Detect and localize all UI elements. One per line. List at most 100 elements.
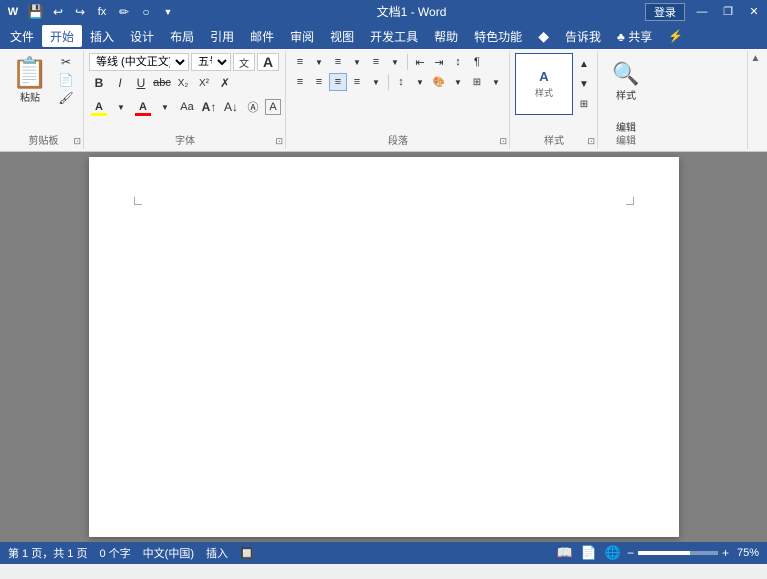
wen-icon[interactable]: 文 — [233, 53, 255, 71]
ordered-list-arrow[interactable]: ▼ — [348, 53, 366, 71]
para-row1: ≡ ▼ ≡ ▼ ≡ ▼ ⇤ ⇥ ↕ ¶ — [291, 53, 486, 71]
cut-button[interactable]: ✂ — [53, 53, 79, 70]
ribbon-collapse-button[interactable]: ▲ — [747, 51, 763, 149]
align-right-button[interactable]: ≡ — [329, 73, 347, 91]
menu-insert[interactable]: 插入 — [82, 25, 122, 47]
clear-format-button[interactable]: ✗ — [215, 73, 235, 93]
document-area[interactable] — [0, 152, 767, 542]
zoom-slider[interactable] — [638, 551, 718, 555]
title-bar-left: W 💾 ↩ ↪ fx ✏ ○ ▼ — [0, 3, 178, 21]
find-replace-button[interactable]: 🔍 样式 — [603, 53, 649, 109]
font-size-select[interactable]: 五号 — [191, 53, 231, 71]
multilevel-list-arrow[interactable]: ▼ — [386, 53, 404, 71]
show-marks-button[interactable]: ¶ — [468, 53, 486, 71]
paste-label: 粘贴 — [20, 89, 40, 104]
unordered-list-button[interactable]: ≡ — [291, 53, 309, 71]
justify-arrow[interactable]: ▼ — [367, 73, 385, 91]
redo-quick-btn[interactable]: ↪ — [70, 3, 90, 21]
bold-button[interactable]: B — [89, 73, 109, 93]
menu-layout[interactable]: 布局 — [162, 25, 202, 47]
font-grow-btn[interactable]: A↑ — [199, 97, 219, 117]
menu-references[interactable]: 引用 — [202, 25, 242, 47]
menu-bar: 文件 开始 插入 设计 布局 引用 邮件 审阅 视图 开发工具 帮助 特色功能 … — [0, 23, 767, 49]
zoom-out-btn[interactable]: − — [627, 546, 634, 560]
font-square-a[interactable]: A — [265, 99, 281, 115]
pen-quick-btn[interactable]: ✏ — [114, 3, 134, 21]
paragraph-label: 段落 — [287, 132, 509, 147]
menu-file[interactable]: 文件 — [2, 25, 42, 47]
font-a-large[interactable]: A — [257, 53, 279, 71]
shading-arrow[interactable]: ▼ — [449, 73, 467, 91]
text-highlight-color-button[interactable]: A — [89, 97, 109, 117]
save-quick-btn[interactable]: 💾 — [26, 3, 46, 21]
decrease-indent-button[interactable]: ⇤ — [411, 53, 429, 71]
unordered-list-arrow[interactable]: ▼ — [310, 53, 328, 71]
menu-share[interactable]: ♣ 共享 — [609, 25, 660, 47]
align-center-button[interactable]: ≡ — [310, 73, 328, 91]
menu-help[interactable]: 帮助 — [426, 25, 466, 47]
menu-tellme[interactable]: 告诉我 — [557, 25, 609, 47]
align-left-button[interactable]: ≡ — [291, 73, 309, 91]
clipboard-expand[interactable]: ⊡ — [73, 136, 81, 147]
menu-diamond[interactable]: ◆ — [530, 25, 557, 47]
font-family-select[interactable]: 等线 (中文正文) — [89, 53, 189, 71]
zoom-in-btn[interactable]: + — [722, 546, 729, 560]
paste-button[interactable]: 📋 粘贴 — [8, 53, 52, 109]
font-row2: B I U abc X₂ X² ✗ — [89, 73, 235, 93]
style-up-btn[interactable]: ▲ — [575, 55, 593, 73]
strikethrough-button[interactable]: abc — [152, 73, 172, 93]
menu-home[interactable]: 开始 — [42, 25, 82, 47]
line-spacing-arrow[interactable]: ▼ — [411, 73, 429, 91]
ordered-list-button[interactable]: ≡ — [329, 53, 347, 71]
menu-special[interactable]: 特色功能 — [466, 25, 530, 47]
fx-quick-btn[interactable]: fx — [92, 3, 112, 21]
border-arrow[interactable]: ▼ — [487, 73, 505, 91]
justify-button[interactable]: ≡ — [348, 73, 366, 91]
menu-developer[interactable]: 开发工具 — [362, 25, 426, 47]
zoom-level[interactable]: 75% — [737, 547, 759, 559]
superscript-button[interactable]: X² — [194, 73, 214, 93]
restore-button[interactable]: ❐ — [715, 0, 741, 23]
view-web-btn[interactable]: 🌐 — [603, 545, 623, 561]
dropdown-quick-btn[interactable]: ▼ — [158, 3, 178, 21]
login-button[interactable]: 登录 — [645, 3, 685, 21]
view-layout-btn[interactable]: 📄 — [579, 545, 599, 561]
border-button[interactable]: ⊞ — [468, 73, 486, 91]
document-page[interactable] — [89, 157, 679, 537]
font-color-arrow[interactable]: ▼ — [155, 97, 175, 117]
style-more-btn[interactable]: ⊞ — [575, 95, 593, 113]
menu-design[interactable]: 设计 — [122, 25, 162, 47]
undo-quick-btn[interactable]: ↩ — [48, 3, 68, 21]
font-shrink-btn[interactable]: A↓ — [221, 97, 241, 117]
menu-lightning[interactable]: ⚡ — [660, 25, 691, 47]
paragraph-expand[interactable]: ⊡ — [499, 136, 507, 147]
highlight-arrow[interactable]: ▼ — [111, 97, 131, 117]
font-color-button[interactable]: A — [133, 97, 153, 117]
menu-view[interactable]: 视图 — [322, 25, 362, 47]
circle-quick-btn[interactable]: ○ — [136, 3, 156, 21]
copy-button[interactable]: 📄 — [53, 71, 79, 88]
close-button[interactable]: ✕ — [741, 0, 767, 23]
multilevel-list-button[interactable]: ≡ — [367, 53, 385, 71]
menu-mailings[interactable]: 邮件 — [242, 25, 282, 47]
view-print-btn[interactable]: 📖 — [555, 545, 575, 561]
shading-button[interactable]: 🎨 — [430, 73, 448, 91]
highlight-a-icon: A — [95, 101, 103, 113]
font-group: 等线 (中文正文) 五号 文 A B I U abc X₂ X² ✗ — [85, 51, 286, 149]
italic-button[interactable]: I — [110, 73, 130, 93]
sort-button[interactable]: ↕ — [449, 53, 467, 71]
underline-button[interactable]: U — [131, 73, 151, 93]
font-circle-a[interactable]: Ⓐ — [243, 97, 263, 117]
style-expand[interactable]: ⊡ — [587, 136, 595, 147]
style-preview[interactable]: A 样式 — [515, 53, 573, 115]
style-row: A 样式 ▲ ▼ ⊞ — [515, 53, 593, 115]
subscript-button[interactable]: X₂ — [173, 73, 193, 93]
line-spacing-button[interactable]: ↕ — [392, 73, 410, 91]
format-painter-button[interactable]: 🖌 — [53, 89, 79, 106]
font-aa-btn[interactable]: Aa — [177, 97, 197, 117]
font-expand[interactable]: ⊡ — [275, 136, 283, 147]
menu-review[interactable]: 审阅 — [282, 25, 322, 47]
minimize-button[interactable]: — — [689, 0, 715, 23]
increase-indent-button[interactable]: ⇥ — [430, 53, 448, 71]
style-down-btn[interactable]: ▼ — [575, 75, 593, 93]
